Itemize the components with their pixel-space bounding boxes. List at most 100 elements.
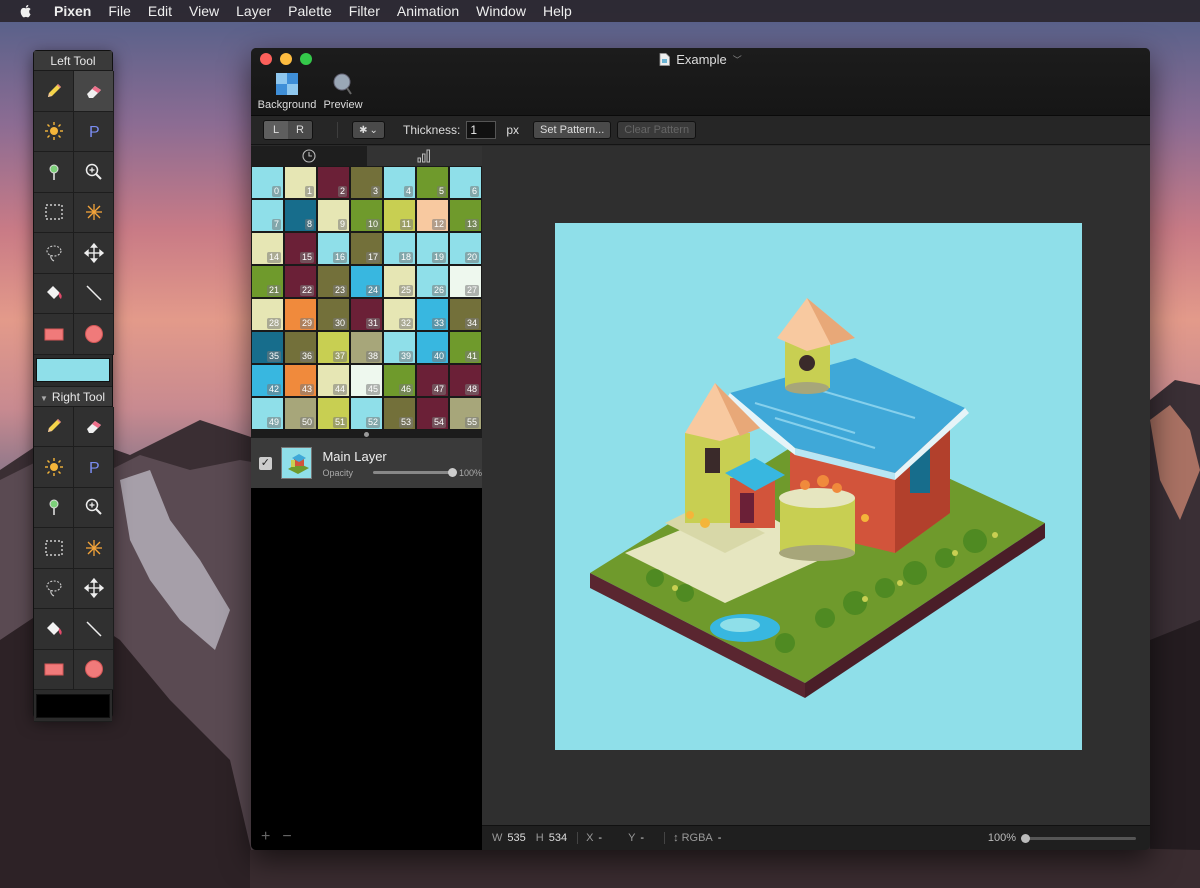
right-rectangle-tool[interactable] <box>34 649 74 690</box>
updown-icon[interactable]: ↕ <box>673 832 679 844</box>
palette-swatch[interactable]: 21 <box>251 265 284 298</box>
palette-swatch[interactable]: 47 <box>416 364 449 397</box>
right-color-well[interactable] <box>36 693 110 718</box>
remove-layer-button[interactable]: − <box>282 828 291 846</box>
background-button[interactable]: Background <box>257 72 317 111</box>
palette-swatch[interactable]: 3 <box>350 166 383 199</box>
palette-swatch[interactable]: 40 <box>416 331 449 364</box>
opacity-slider[interactable] <box>372 468 457 477</box>
palette-swatch[interactable]: 43 <box>284 364 317 397</box>
palette-swatch[interactable]: 24 <box>350 265 383 298</box>
palette-swatch[interactable]: 4 <box>383 166 416 199</box>
menu-help[interactable]: Help <box>543 3 572 19</box>
layer-row[interactable]: ✓ Main Layer Opacity 100% <box>251 438 482 488</box>
palette-swatch[interactable]: 54 <box>416 397 449 430</box>
left-color-well[interactable] <box>36 358 110 382</box>
seg-right-button[interactable]: R <box>288 121 312 139</box>
palette-swatch[interactable]: 28 <box>251 298 284 331</box>
left-rect-select-tool[interactable] <box>34 192 74 233</box>
left-eyedropper-tool[interactable] <box>34 152 74 193</box>
palette-swatch[interactable]: 8 <box>284 199 317 232</box>
clear-pattern-button[interactable]: Clear Pattern <box>617 121 697 139</box>
palette-swatch[interactable]: 5 <box>416 166 449 199</box>
palette-swatch[interactable]: 10 <box>350 199 383 232</box>
palette-swatch[interactable]: 49 <box>251 397 284 430</box>
left-zoom-tool[interactable] <box>74 152 114 193</box>
layer-visibility-checkbox[interactable]: ✓ <box>259 456 272 470</box>
palette-swatch[interactable]: 27 <box>449 265 482 298</box>
tab-history[interactable] <box>251 146 367 166</box>
palette-swatch[interactable]: 34 <box>449 298 482 331</box>
palette-swatch[interactable]: 46 <box>383 364 416 397</box>
right-move-tool[interactable] <box>74 568 114 609</box>
opacity-slider-knob[interactable] <box>447 468 457 477</box>
palette-swatch[interactable]: 15 <box>284 232 317 265</box>
zoom-slider-knob[interactable] <box>1021 833 1030 843</box>
rgba-label[interactable]: RGBA <box>682 832 713 844</box>
right-pencil-tool[interactable] <box>34 406 74 447</box>
left-ellipse-tool[interactable] <box>74 314 114 355</box>
left-pencil-tool[interactable] <box>34 71 74 112</box>
menu-filter[interactable]: Filter <box>349 3 380 19</box>
palette-swatch[interactable]: 51 <box>317 397 350 430</box>
palette-swatch[interactable]: 30 <box>317 298 350 331</box>
left-eraser-tool[interactable] <box>74 71 114 112</box>
palette-swatch[interactable]: 32 <box>383 298 416 331</box>
palette-swatch[interactable]: 48 <box>449 364 482 397</box>
palette-swatch[interactable]: 12 <box>416 199 449 232</box>
palette-swatch[interactable]: 11 <box>383 199 416 232</box>
zoom-slider[interactable] <box>1021 833 1136 843</box>
right-ellipse-tool[interactable] <box>74 649 114 690</box>
palette-swatch[interactable]: 19 <box>416 232 449 265</box>
thickness-field[interactable]: 1 <box>466 121 497 139</box>
right-eyedropper-tool[interactable] <box>34 487 74 528</box>
seg-left-button[interactable]: L <box>264 121 288 139</box>
palette-swatch[interactable]: 22 <box>284 265 317 298</box>
left-move-tool[interactable] <box>74 233 114 274</box>
palette-swatch[interactable]: 42 <box>251 364 284 397</box>
apple-logo-icon[interactable] <box>18 3 34 19</box>
preview-button[interactable]: Preview <box>313 72 373 111</box>
menu-app-pixen[interactable]: Pixen <box>54 3 91 19</box>
palette-swatch[interactable]: 0 <box>251 166 284 199</box>
drawing-canvas[interactable] <box>555 223 1082 750</box>
right-line-tool[interactable] <box>74 609 114 650</box>
right-p-tool[interactable]: P <box>74 447 114 488</box>
menu-layer[interactable]: Layer <box>236 3 271 19</box>
palette-swatch[interactable]: 20 <box>449 232 482 265</box>
palette-swatch[interactable]: 23 <box>317 265 350 298</box>
left-p-tool[interactable]: P <box>74 111 114 152</box>
palette-swatch[interactable]: 53 <box>383 397 416 430</box>
palette-swatch[interactable]: 37 <box>317 331 350 364</box>
left-sun-tool[interactable] <box>34 111 74 152</box>
right-magic-wand-tool[interactable] <box>74 528 114 569</box>
palette-swatch[interactable]: 41 <box>449 331 482 364</box>
palette-swatch[interactable]: 50 <box>284 397 317 430</box>
menu-animation[interactable]: Animation <box>397 3 459 19</box>
palette-swatch[interactable]: 36 <box>284 331 317 364</box>
palette-swatch[interactable]: 33 <box>416 298 449 331</box>
palette-swatch[interactable]: 7 <box>251 199 284 232</box>
palette-swatch[interactable]: 55 <box>449 397 482 430</box>
left-fill-tool[interactable] <box>34 273 74 314</box>
palette-swatch[interactable]: 18 <box>383 232 416 265</box>
palette-swatch[interactable]: 9 <box>317 199 350 232</box>
menu-edit[interactable]: Edit <box>148 3 172 19</box>
left-magic-wand-tool[interactable] <box>74 192 114 233</box>
menu-view[interactable]: View <box>189 3 219 19</box>
right-rect-select-tool[interactable] <box>34 528 74 569</box>
palette-swatch[interactable]: 35 <box>251 331 284 364</box>
palette-swatch[interactable]: 38 <box>350 331 383 364</box>
window-title[interactable]: Example ﹀ <box>251 52 1150 67</box>
palette-swatch[interactable]: 17 <box>350 232 383 265</box>
page-dot[interactable] <box>364 431 369 437</box>
right-sun-tool[interactable] <box>34 447 74 488</box>
palette-swatch[interactable]: 14 <box>251 232 284 265</box>
palette-swatch[interactable]: 26 <box>416 265 449 298</box>
layer-name[interactable]: Main Layer <box>322 449 482 464</box>
palette-swatch[interactable]: 2 <box>317 166 350 199</box>
left-lasso-tool[interactable] <box>34 233 74 274</box>
menu-file[interactable]: File <box>108 3 131 19</box>
palette-swatch[interactable]: 13 <box>449 199 482 232</box>
palette-swatch[interactable]: 16 <box>317 232 350 265</box>
